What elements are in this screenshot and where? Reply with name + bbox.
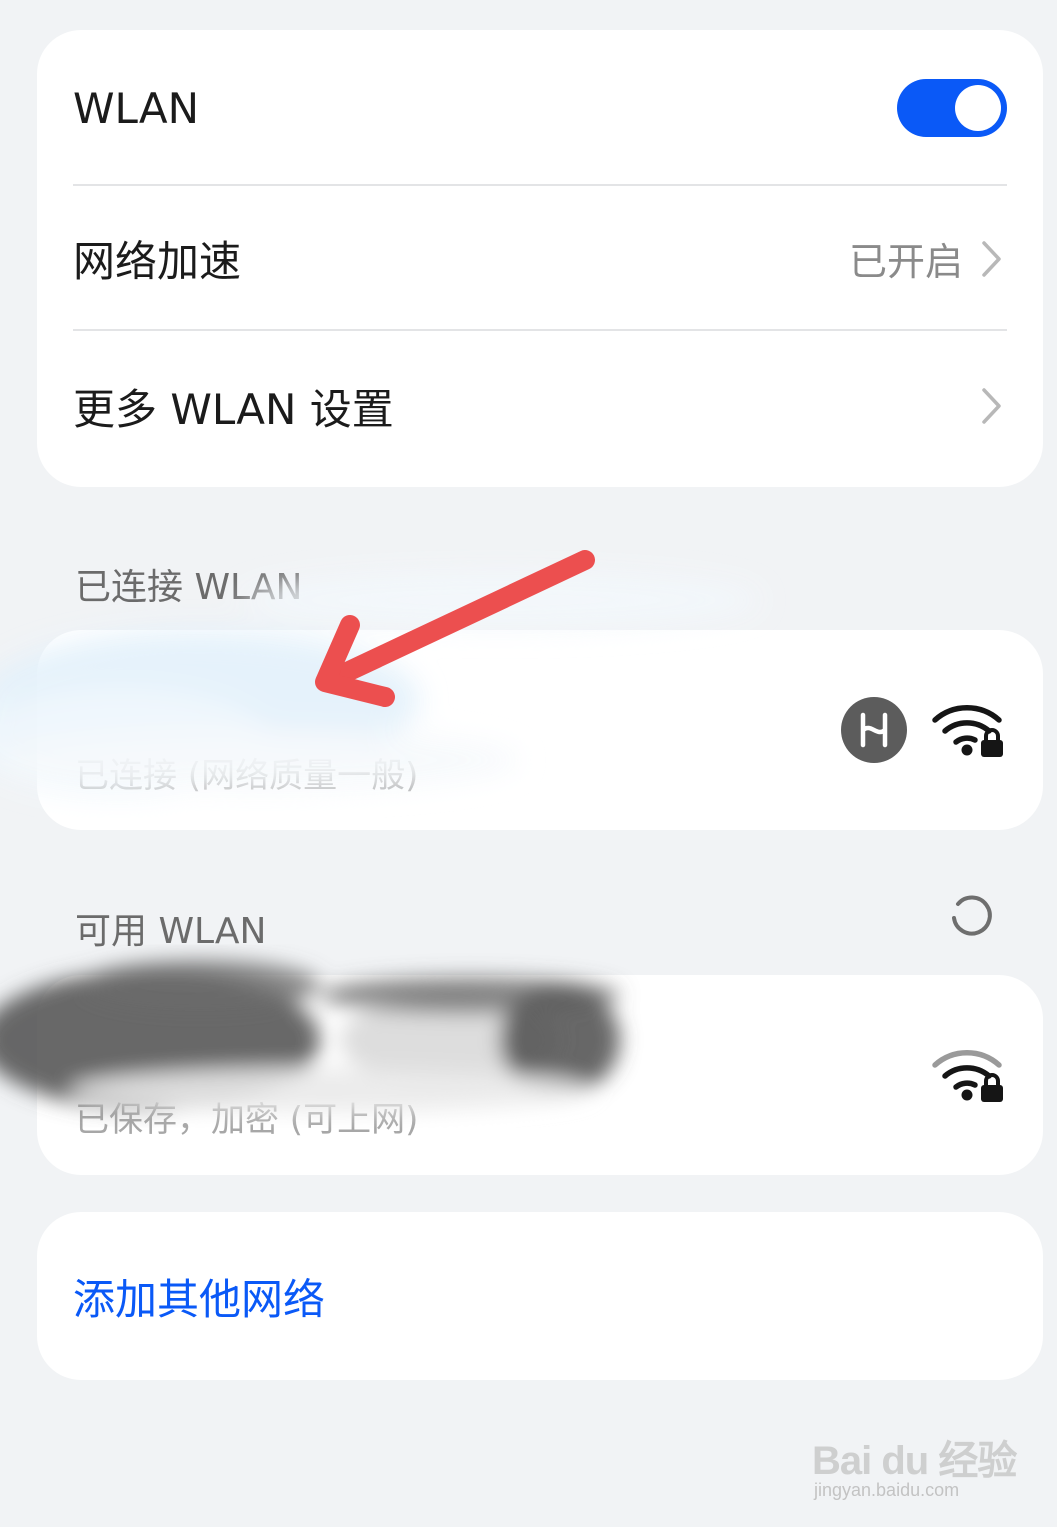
more-wlan-settings-row[interactable]: 更多 WLAN 设置 bbox=[73, 331, 1007, 481]
add-network-card[interactable]: 添加其他网络 bbox=[37, 1212, 1043, 1380]
chevron-right-icon bbox=[977, 239, 1007, 279]
wifi-locked-icon bbox=[931, 700, 1007, 760]
add-other-network-link[interactable]: 添加其他网络 bbox=[73, 1212, 325, 1380]
chevron-right-icon bbox=[977, 386, 1007, 426]
baidu-watermark: Bai du 经验 jingyan.baidu.com bbox=[812, 1410, 1017, 1510]
connected-network-card[interactable] bbox=[37, 630, 1043, 830]
refresh-icon[interactable] bbox=[946, 892, 994, 940]
connected-network-icons bbox=[841, 697, 1007, 763]
wlan-label: WLAN bbox=[73, 83, 200, 133]
network-acceleration-row[interactable]: 网络加速 已开启 bbox=[73, 186, 1007, 331]
wlan-settings-card: WLAN 网络加速 已开启 更多 WLAN 设置 bbox=[37, 30, 1043, 487]
wifi-locked-icon bbox=[931, 1045, 1007, 1105]
toggle-knob bbox=[955, 85, 1001, 131]
more-wlan-settings-label: 更多 WLAN 设置 bbox=[73, 384, 394, 434]
hilink-badge-icon bbox=[841, 697, 907, 763]
wlan-toggle-row[interactable]: WLAN bbox=[73, 30, 1007, 186]
available-network-status: 已保存，加密 (可上网) bbox=[75, 1100, 419, 1140]
available-network-card[interactable] bbox=[37, 975, 1043, 1175]
network-acceleration-label: 网络加速 bbox=[73, 237, 242, 286]
connected-wlan-header: 已连接 WLAN bbox=[75, 567, 303, 608]
watermark-url: jingyan.baidu.com bbox=[814, 1480, 960, 1500]
wlan-toggle-switch[interactable] bbox=[897, 79, 1007, 137]
watermark-brand: Bai du 经验 bbox=[812, 1439, 1017, 1483]
network-acceleration-value: 已开启 bbox=[848, 240, 963, 284]
connected-network-status: 已连接 (网络质量一般) bbox=[75, 756, 419, 796]
available-wlan-header: 可用 WLAN bbox=[75, 911, 267, 952]
